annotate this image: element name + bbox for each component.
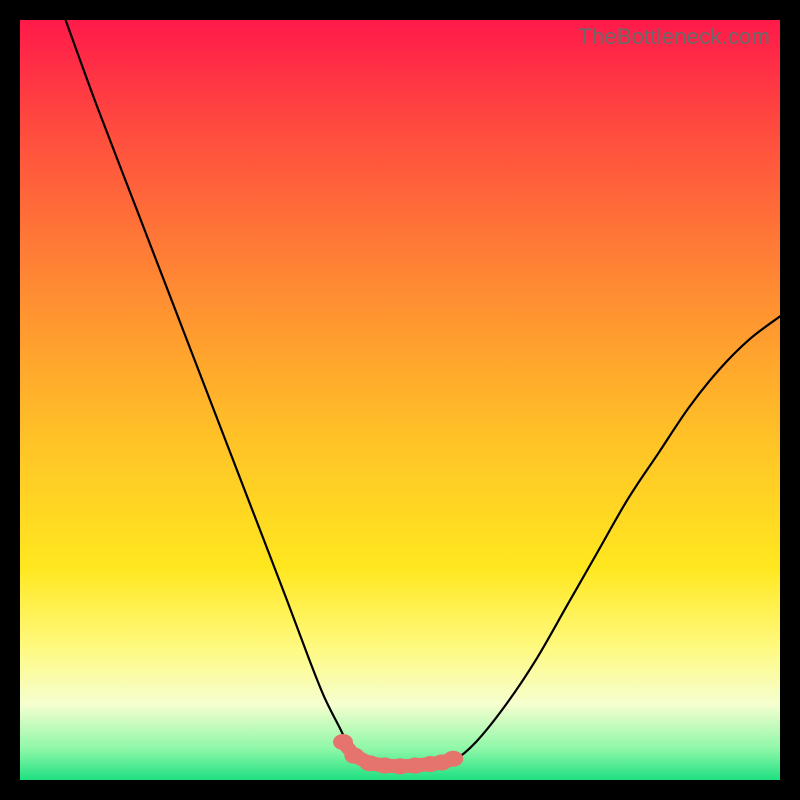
trough-marker	[443, 751, 463, 767]
curve-layer	[20, 20, 780, 780]
plot-area: TheBottleneck.com	[20, 20, 780, 780]
watermark-text: TheBottleneck.com	[578, 24, 770, 50]
trough-markers	[333, 734, 463, 774]
trough-marker	[333, 734, 353, 750]
bottleneck-curve	[66, 20, 780, 766]
chart-frame: TheBottleneck.com	[0, 0, 800, 800]
